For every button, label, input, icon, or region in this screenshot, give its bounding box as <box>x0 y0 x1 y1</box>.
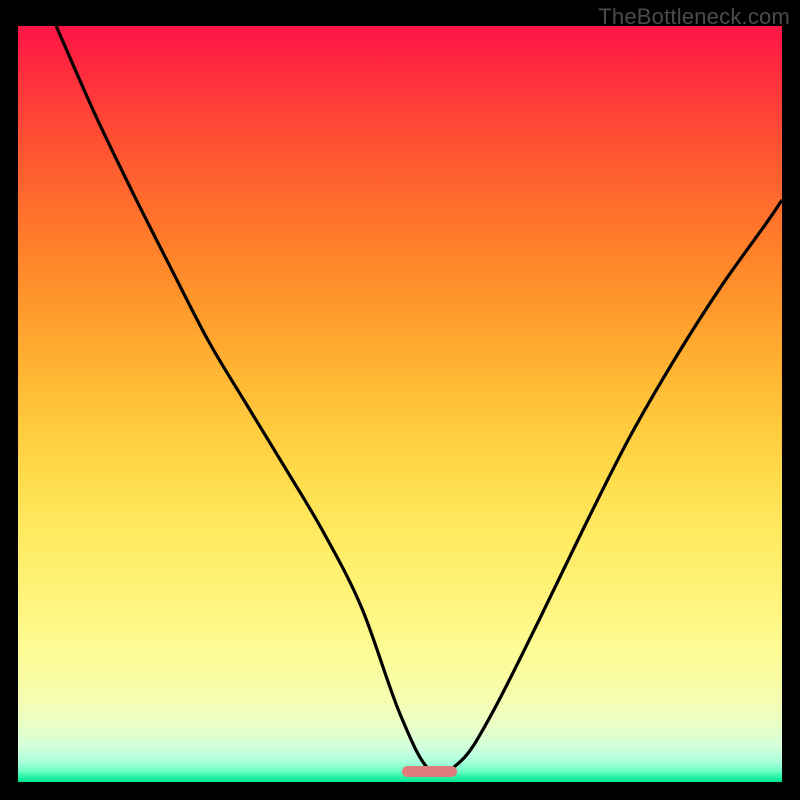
watermark-text: TheBottleneck.com <box>598 4 790 30</box>
chart-frame: TheBottleneck.com <box>0 0 800 800</box>
optimal-range-marker <box>402 766 457 777</box>
plot-area <box>18 26 782 782</box>
bottleneck-curve <box>18 26 782 782</box>
bottleneck-curve-path <box>56 26 782 774</box>
